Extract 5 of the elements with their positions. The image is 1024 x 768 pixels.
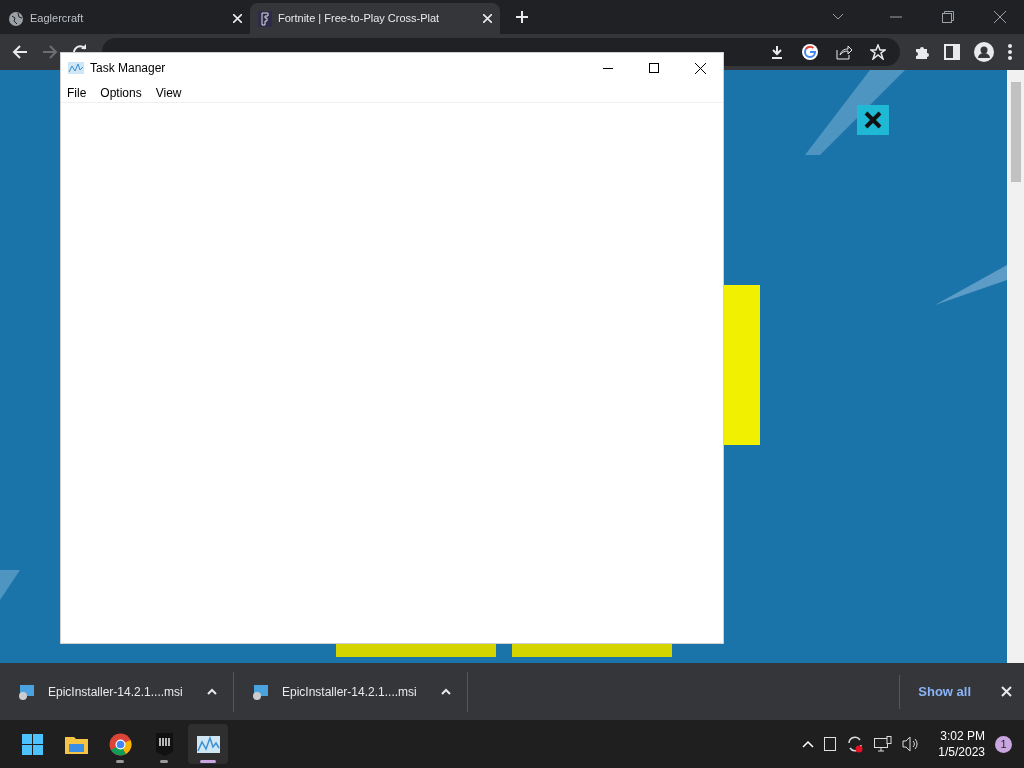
tab-title: Eaglercraft [30, 11, 85, 27]
window-title: Task Manager [90, 60, 166, 77]
file-name: EpicInstaller-14.2.1....msi [48, 683, 183, 701]
tab-title: Fortnite | Free-to-Play Cross-Plat [278, 11, 441, 27]
file-name: EpicInstaller-14.2.1....msi [282, 683, 417, 701]
